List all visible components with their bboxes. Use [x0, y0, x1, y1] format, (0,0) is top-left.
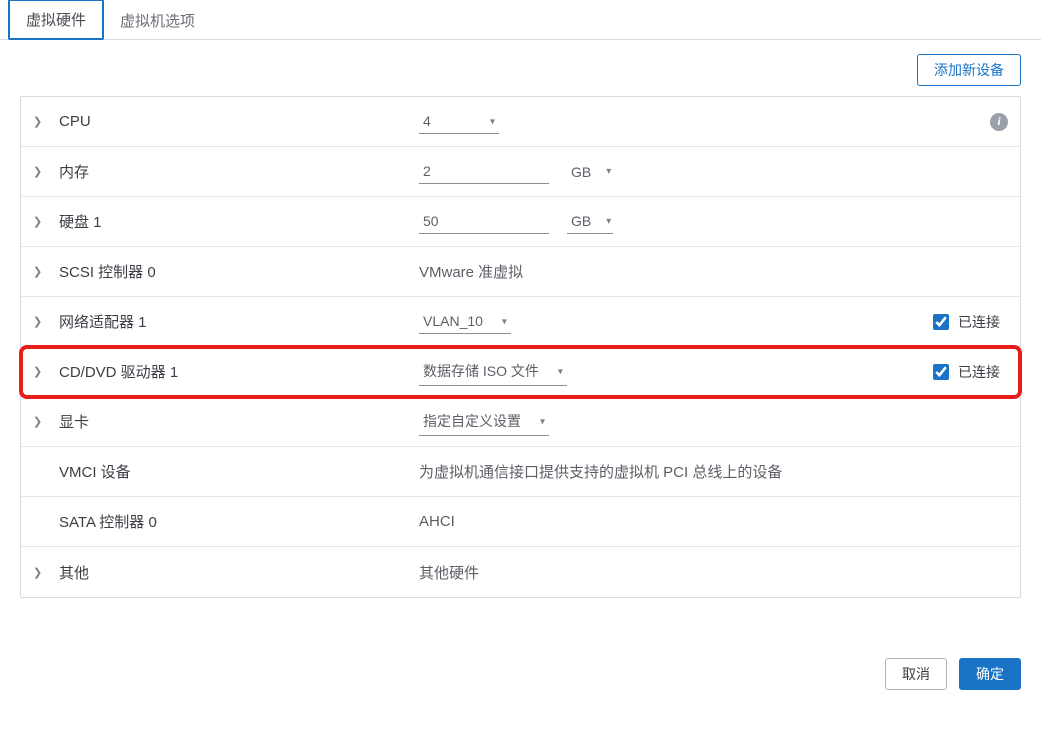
- cddvd-label: CD/DVD 驱动器 1: [59, 361, 419, 382]
- cpu-select[interactable]: 4 ▾: [419, 109, 499, 134]
- disk-unit: GB: [571, 213, 591, 229]
- chevron-down-icon: ▾: [606, 216, 611, 227]
- cpu-label: CPU: [59, 113, 419, 130]
- info-icon[interactable]: i: [990, 113, 1008, 131]
- cancel-label: 取消: [902, 664, 930, 684]
- chevron-down-icon: ▾: [540, 417, 545, 428]
- add-device-button[interactable]: 添加新设备: [917, 54, 1021, 86]
- cancel-button[interactable]: 取消: [885, 658, 947, 690]
- gpu-value: 指定自定义设置: [423, 411, 521, 431]
- disk-label: 硬盘 1: [59, 211, 419, 232]
- row-disk: ❯ 硬盘 1 50 GB ▾: [21, 197, 1020, 247]
- sata-label: SATA 控制器 0: [59, 511, 419, 532]
- chevron-right-icon[interactable]: ❯: [33, 115, 49, 128]
- toolbar: 添加新设备: [0, 40, 1041, 96]
- tab-vm-options-label: 虚拟机选项: [120, 13, 195, 30]
- memory-unit-select[interactable]: GB ▾: [567, 160, 613, 184]
- footer: 取消 确定: [0, 618, 1041, 710]
- chevron-right-icon[interactable]: ❯: [33, 165, 49, 178]
- tab-virtual-hardware[interactable]: 虚拟硬件: [8, 0, 104, 40]
- scsi-value: VMware 准虚拟: [419, 261, 523, 282]
- chevron-right-icon[interactable]: ❯: [33, 215, 49, 228]
- nic-label: 网络适配器 1: [59, 311, 419, 332]
- row-network-adapter: ❯ 网络适配器 1 VLAN_10 ▾ 已连接: [21, 297, 1020, 347]
- vmci-label: VMCI 设备: [59, 461, 419, 482]
- chevron-right-icon[interactable]: ❯: [33, 365, 49, 378]
- cddvd-value: 数据存储 ISO 文件: [423, 361, 539, 381]
- row-scsi: ❯ SCSI 控制器 0 VMware 准虚拟: [21, 247, 1020, 297]
- ok-label: 确定: [976, 664, 1004, 684]
- vmci-value: 为虚拟机通信接口提供支持的虚拟机 PCI 总线上的设备: [419, 461, 782, 482]
- chevron-right-icon[interactable]: ❯: [33, 415, 49, 428]
- disk-size-value: 50: [423, 213, 439, 229]
- row-vmci: ❯ VMCI 设备 为虚拟机通信接口提供支持的虚拟机 PCI 总线上的设备: [21, 447, 1020, 497]
- sata-value: AHCI: [419, 513, 455, 530]
- chevron-down-icon: ▾: [490, 117, 495, 128]
- other-value: 其他硬件: [419, 562, 479, 583]
- cddvd-select[interactable]: 数据存储 ISO 文件 ▾: [419, 357, 567, 386]
- memory-label: 内存: [59, 161, 419, 182]
- nic-value: VLAN_10: [423, 313, 483, 329]
- cpu-value: 4: [423, 113, 431, 129]
- chevron-right-icon[interactable]: ❯: [33, 265, 49, 278]
- tab-virtual-hardware-label: 虚拟硬件: [26, 12, 86, 29]
- other-label: 其他: [59, 562, 419, 583]
- tabs-bar: 虚拟硬件 虚拟机选项: [0, 0, 1041, 40]
- cddvd-connected-label: 已连接: [958, 362, 1000, 382]
- add-device-label: 添加新设备: [934, 60, 1004, 80]
- nic-select[interactable]: VLAN_10 ▾: [419, 309, 511, 334]
- gpu-select[interactable]: 指定自定义设置 ▾: [419, 407, 549, 436]
- chevron-down-icon: ▾: [558, 367, 563, 378]
- chevron-down-icon: ▾: [502, 317, 507, 328]
- cddvd-connected-checkbox[interactable]: [933, 364, 949, 380]
- memory-value: 2: [423, 163, 431, 179]
- disk-unit-select[interactable]: GB ▾: [567, 209, 613, 234]
- row-cd-dvd: ❯ CD/DVD 驱动器 1 数据存储 ISO 文件 ▾ 已连接: [21, 347, 1020, 397]
- memory-unit: GB: [571, 164, 591, 180]
- row-memory: ❯ 内存 2 GB ▾: [21, 147, 1020, 197]
- nic-connected-label: 已连接: [958, 312, 1000, 332]
- gpu-label: 显卡: [59, 411, 419, 432]
- row-other: ❯ 其他 其他硬件: [21, 547, 1020, 597]
- nic-connected-checkbox[interactable]: [933, 314, 949, 330]
- tab-vm-options[interactable]: 虚拟机选项: [104, 2, 211, 39]
- row-cpu: ❯ CPU 4 ▾ i: [21, 97, 1020, 147]
- row-gpu: ❯ 显卡 指定自定义设置 ▾: [21, 397, 1020, 447]
- memory-input[interactable]: 2: [419, 159, 549, 184]
- chevron-down-icon: ▾: [606, 166, 611, 177]
- chevron-right-icon[interactable]: ❯: [33, 566, 49, 579]
- scsi-label: SCSI 控制器 0: [59, 261, 419, 282]
- chevron-right-icon[interactable]: ❯: [33, 315, 49, 328]
- disk-size-input[interactable]: 50: [419, 209, 549, 234]
- row-sata: ❯ SATA 控制器 0 AHCI: [21, 497, 1020, 547]
- hardware-panel: ❯ CPU 4 ▾ i ❯ 内存 2 GB ▾: [20, 96, 1021, 598]
- ok-button[interactable]: 确定: [959, 658, 1021, 690]
